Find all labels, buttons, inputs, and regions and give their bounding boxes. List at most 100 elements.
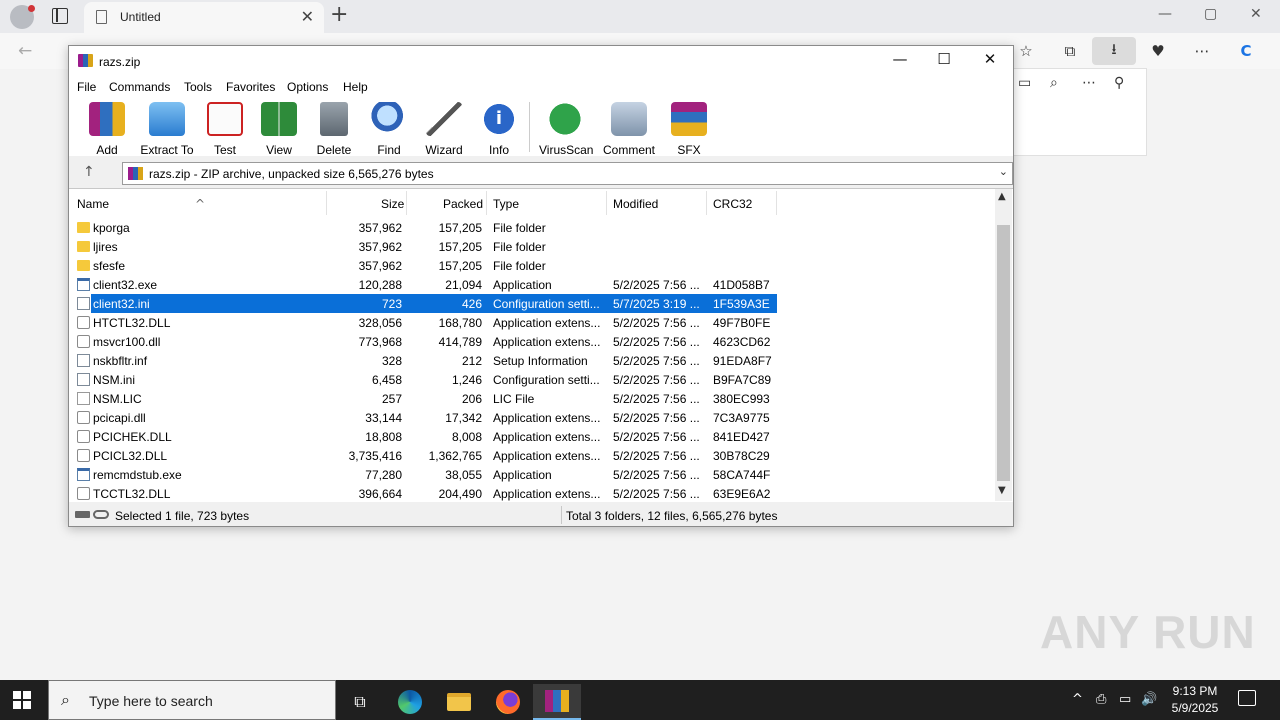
table-row[interactable]: pcicapi.dll 33,144 17,342 Application exten…: [69, 408, 995, 427]
table-row[interactable]: HTCTL32.DLL 328,056 168,780 Application ext…: [69, 313, 995, 332]
col-name[interactable]: Name: [77, 197, 109, 211]
table-row[interactable]: PCICHEK.DLL 18,808 8,008 Application extens…: [69, 427, 995, 446]
menu-tools[interactable]: Tools: [184, 80, 212, 94]
menu-favorites[interactable]: Favorites: [226, 80, 275, 94]
menu-options[interactable]: Options: [287, 80, 328, 94]
menu-help[interactable]: Help: [343, 80, 368, 94]
sfx-button[interactable]: SFX: [669, 102, 709, 157]
info-button[interactable]: i Info: [479, 102, 519, 157]
table-row[interactable]: client32.exe 120,288 21,094 Application 5/2/…: [69, 275, 995, 294]
show-hidden-icons[interactable]: ^: [1072, 692, 1083, 707]
close-button[interactable]: ✕: [967, 50, 1013, 72]
table-row-selected[interactable]: client32.ini 723 426 Configuration setti...…: [69, 294, 995, 313]
cell-modified: 5/2/2025 7:56 ...: [613, 411, 700, 425]
cell-name: NSM.ini: [93, 373, 136, 387]
more-menu-icon[interactable]: ⋯: [1180, 37, 1224, 65]
back-arrow-icon[interactable]: ←: [18, 41, 32, 61]
cell-type: Application: [493, 468, 552, 482]
col-type[interactable]: Type: [493, 197, 519, 211]
profile-avatar-icon[interactable]: [10, 5, 35, 29]
firefox-taskbar-button[interactable]: [484, 684, 532, 720]
open-folder-icon[interactable]: ▭: [1018, 75, 1031, 91]
cell-modified: 5/2/2025 7:56 ...: [613, 430, 700, 444]
table-row[interactable]: remcmdstub.exe 77,280 38,055 Application 5/2…: [69, 465, 995, 484]
find-button[interactable]: Find: [369, 102, 409, 157]
chevron-down-icon[interactable]: ⌄: [999, 165, 1008, 178]
table-row[interactable]: ljires 357,962 157,205 File folder: [69, 237, 995, 256]
cell-packed: 206: [461, 392, 482, 406]
browser-close-button[interactable]: ✕: [1250, 6, 1262, 22]
up-folder-icon[interactable]: ↑: [83, 164, 95, 180]
winrar-taskbar-button[interactable]: [533, 684, 581, 720]
task-view-icon: ⧉: [354, 692, 366, 711]
browser-tab[interactable]: Untitled ✕: [84, 2, 324, 33]
col-modified[interactable]: Modified: [613, 197, 658, 211]
winrar-titlebar[interactable]: razs.zip — ☐ ✕: [69, 46, 1013, 76]
explorer-taskbar-button[interactable]: [435, 684, 483, 720]
cell-size: 396,664: [358, 487, 402, 501]
vertical-scrollbar[interactable]: ▲ ▼: [995, 189, 1012, 501]
minimize-button[interactable]: —: [877, 50, 923, 72]
col-crc32[interactable]: CRC32: [713, 197, 752, 211]
delete-button[interactable]: Delete: [313, 102, 355, 157]
info-label: Info: [488, 143, 509, 157]
view-button[interactable]: View: [257, 102, 301, 157]
table-row[interactable]: PCICL32.DLL 3,735,416 1,362,765 Application…: [69, 446, 995, 465]
virusscan-button[interactable]: VirusScan: [539, 102, 593, 157]
task-view-button[interactable]: ⧉: [336, 684, 384, 720]
device-icon[interactable]: ⎙: [1096, 692, 1106, 707]
cell-crc: 841ED427: [713, 430, 770, 444]
table-row[interactable]: NSM.LIC 257 206 LIC File 5/2/2025 7:56 ... 38…: [69, 389, 995, 408]
table-row[interactable]: NSM.ini 6,458 1,246 Configuration setti... 5…: [69, 370, 995, 389]
scrollbar-thumb[interactable]: [997, 225, 1010, 481]
menu-file[interactable]: File: [77, 80, 96, 94]
cell-type: Application extens...: [493, 335, 601, 349]
browser-maximize-button[interactable]: ▢: [1204, 6, 1217, 22]
path-combobox[interactable]: razs.zip - ZIP archive, unpacked size 6,…: [122, 162, 1013, 185]
cell-size: 77,280: [365, 468, 402, 482]
tab-actions-icon[interactable]: [52, 8, 68, 24]
cell-packed: 414,789: [438, 335, 482, 349]
downloads-icon[interactable]: ⭳: [1092, 37, 1136, 65]
column-divider: [606, 191, 607, 215]
ini-file-icon: [77, 373, 90, 386]
extract-to-button[interactable]: Extract To: [139, 102, 195, 157]
table-row[interactable]: msvcr100.dll 773,968 414,789 Application ex…: [69, 332, 995, 351]
edge-taskbar-button[interactable]: [386, 684, 434, 720]
pin-icon[interactable]: ⚲: [1114, 75, 1124, 91]
cell-packed: 17,342: [445, 411, 482, 425]
cell-crc: 41D058B7: [713, 278, 770, 292]
cell-size: 18,808: [365, 430, 402, 444]
taskbar-search-box[interactable]: ⌕ Type here to search: [48, 680, 336, 720]
network-icon[interactable]: ▭: [1119, 692, 1131, 707]
cell-packed: 157,205: [438, 259, 482, 273]
scroll-up-icon[interactable]: ▲: [998, 191, 1006, 202]
add-button[interactable]: Add: [87, 102, 127, 157]
scroll-down-icon[interactable]: ▼: [998, 485, 1006, 496]
cell-crc: 49F7B0FE: [713, 316, 771, 330]
table-row[interactable]: TCCTL32.DLL 396,664 204,490 Application ext…: [69, 484, 995, 502]
table-row[interactable]: sfesfe 357,962 157,205 File folder: [69, 256, 995, 275]
table-row[interactable]: kporga 357,962 157,205 File folder: [69, 218, 995, 237]
tab-close-icon[interactable]: ✕: [301, 7, 314, 27]
browser-minimize-button[interactable]: —: [1158, 6, 1172, 22]
table-row[interactable]: nskbfltr.inf 328 212 Setup Information 5/2/2…: [69, 351, 995, 370]
notification-icon[interactable]: [1238, 690, 1256, 706]
comment-button[interactable]: Comment: [601, 102, 657, 157]
page-icon: [96, 10, 107, 24]
maximize-button[interactable]: ☐: [921, 50, 967, 72]
copilot-icon[interactable]: C: [1224, 37, 1268, 65]
menu-commands[interactable]: Commands: [109, 80, 170, 94]
volume-icon[interactable]: 🔊: [1141, 692, 1157, 707]
panel-more-icon[interactable]: ⋯: [1082, 75, 1096, 91]
start-windows-icon[interactable]: [13, 691, 31, 709]
wizard-button[interactable]: Wizard: [423, 102, 465, 157]
col-size[interactable]: Size: [381, 197, 404, 211]
search-downloads-icon[interactable]: ⌕: [1050, 75, 1058, 91]
test-button[interactable]: Test: [205, 102, 245, 157]
col-packed[interactable]: Packed: [443, 197, 483, 211]
new-tab-button[interactable]: +: [330, 2, 348, 27]
collections-icon[interactable]: ⧉: [1048, 37, 1092, 65]
clock[interactable]: 9:13 PM 5/9/2025: [1160, 683, 1230, 717]
browser-essentials-icon[interactable]: ♥: [1136, 37, 1180, 65]
